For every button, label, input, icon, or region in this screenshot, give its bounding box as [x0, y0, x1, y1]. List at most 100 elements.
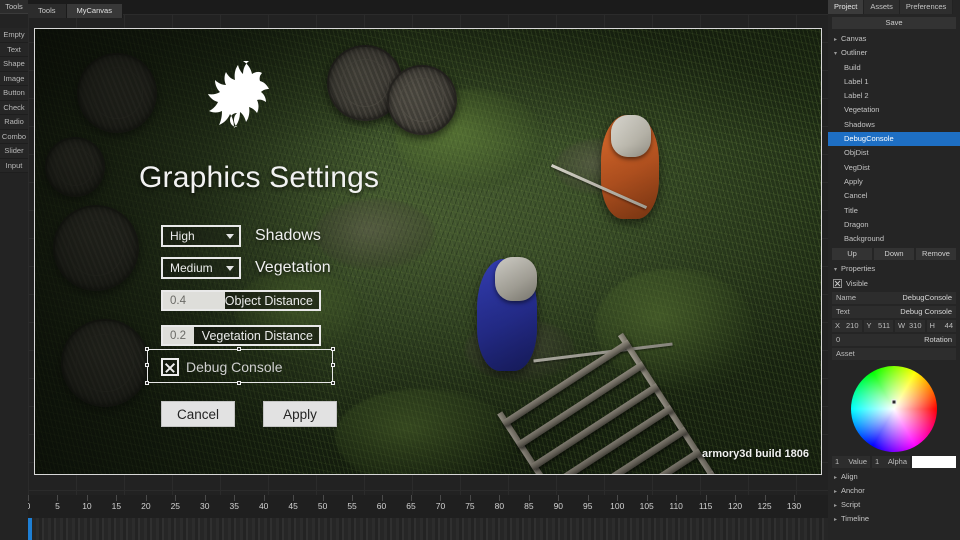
- color-wheel-cursor[interactable]: [891, 399, 897, 405]
- right-tab-preferences[interactable]: Preferences: [899, 0, 954, 14]
- down-button[interactable]: Down: [874, 248, 914, 261]
- outliner-item-vegdist[interactable]: VegDist: [828, 161, 960, 175]
- object-distance-slider[interactable]: 0.4 Object Distance: [161, 290, 321, 311]
- shadows-combo[interactable]: High: [161, 225, 241, 247]
- timeline-tick-label: 55: [347, 501, 357, 511]
- rotation-field[interactable]: 0 Rotation: [832, 333, 956, 346]
- tool-item-button[interactable]: Button: [0, 86, 28, 101]
- selection-handle[interactable]: [237, 347, 241, 351]
- selection-handle[interactable]: [145, 381, 149, 385]
- timeline-tick-label: 110: [669, 501, 683, 511]
- text-field-label: Text: [836, 307, 850, 317]
- visible-label: Visible: [846, 278, 868, 288]
- name-field[interactable]: Name DebugConsole: [832, 291, 956, 304]
- timeline-ruler[interactable]: 0 5 10 15 20 25 30 35 40 45 50 55 60 65 70 75 80 85 90 95 10…: [0, 495, 828, 518]
- outliner-item-debugconsole[interactable]: DebugConsole: [828, 132, 960, 147]
- name-field-value: DebugConsole: [902, 293, 952, 303]
- up-button[interactable]: Up: [832, 248, 872, 261]
- outliner-item-background[interactable]: Background: [828, 232, 960, 246]
- selection-handle[interactable]: [237, 381, 241, 385]
- section-canvas[interactable]: ▸ Canvas: [828, 32, 960, 46]
- tool-item-empty[interactable]: Empty: [0, 28, 28, 43]
- timeline-track[interactable]: [0, 518, 828, 540]
- transform-key: W: [898, 321, 906, 331]
- build-watermark: armory3d build 1806: [702, 448, 809, 460]
- timeline-tick-label: 95: [583, 501, 593, 511]
- section-properties[interactable]: ▾ Properties: [828, 262, 960, 276]
- tool-item-slider[interactable]: Slider: [0, 144, 28, 159]
- transform-w-field[interactable]: W 310: [895, 319, 925, 332]
- tool-item-shape[interactable]: Shape: [0, 57, 28, 72]
- left-tab-tools[interactable]: Tools: [0, 0, 28, 14]
- canvas-tab-bar: Tools MyCanvas: [28, 0, 828, 18]
- canvas-workspace[interactable]: Graphics Settings High Shadows Medium Ve…: [28, 14, 828, 495]
- transform-h-field[interactable]: H 44: [926, 319, 956, 332]
- tool-item-image[interactable]: Image: [0, 71, 28, 86]
- timeline-tick-label: 20: [141, 501, 151, 511]
- selection-handle[interactable]: [145, 347, 149, 351]
- outliner-item-label-1[interactable]: Label 1: [828, 75, 960, 89]
- selection-handle[interactable]: [331, 381, 335, 385]
- section-properties-label: Properties: [841, 264, 876, 274]
- color-swatch[interactable]: [912, 455, 956, 468]
- tool-item-text[interactable]: Text: [0, 42, 28, 57]
- outliner-item-vegetation[interactable]: Vegetation: [828, 103, 960, 117]
- selection-handle[interactable]: [145, 363, 149, 367]
- tool-item-radio[interactable]: Radio: [0, 115, 28, 130]
- timeline-tick-label: 60: [376, 501, 387, 511]
- value-alpha-row: 1 Value 1 Alpha: [832, 455, 956, 468]
- tool-item-combo[interactable]: Combo: [0, 129, 28, 144]
- outliner-item-title[interactable]: Title: [828, 204, 960, 218]
- section-anchor[interactable]: ▸ Anchor: [828, 484, 960, 498]
- dialog-title: Graphics Settings: [139, 161, 380, 194]
- transform-y-field[interactable]: Y 511: [863, 319, 893, 332]
- right-tab-assets[interactable]: Assets: [864, 0, 900, 14]
- apply-button[interactable]: Apply: [263, 401, 337, 427]
- object-distance-value: 0.4: [170, 294, 186, 307]
- section-outliner[interactable]: ▾ Outliner: [828, 46, 960, 60]
- right-properties-panel: Project Assets Preferences Save ▸ Canvas ▾ O…: [828, 0, 960, 540]
- cancel-button[interactable]: Cancel: [161, 401, 235, 427]
- debug-console-checkbox-row[interactable]: Debug Console: [161, 355, 321, 379]
- section-align[interactable]: ▸ Align: [828, 470, 960, 484]
- vegetation-distance-slider[interactable]: 0.2 Vegetation Distance: [161, 325, 321, 346]
- visible-checkbox-row[interactable]: Visible: [828, 277, 960, 290]
- canvas-viewport[interactable]: Graphics Settings High Shadows Medium Ve…: [34, 28, 822, 475]
- tool-item-input[interactable]: Input: [0, 158, 28, 173]
- row-shadows: High Shadows: [161, 225, 321, 247]
- armory3d-ui-editor: Tools Empty Text Shape Image Button Check Radi…: [0, 0, 960, 540]
- outliner-item-cancel[interactable]: Cancel: [828, 189, 960, 203]
- value-label: Value: [848, 457, 867, 467]
- selection-handle[interactable]: [331, 347, 335, 351]
- asset-field[interactable]: Asset: [832, 347, 956, 360]
- tool-item-check[interactable]: Check: [0, 100, 28, 115]
- transform-x-field[interactable]: X 210: [832, 319, 862, 332]
- outliner-item-dragon[interactable]: Dragon: [828, 218, 960, 232]
- text-field[interactable]: Text Debug Console: [832, 305, 956, 318]
- right-tab-project[interactable]: Project: [828, 0, 865, 14]
- section-canvas-label: Canvas: [841, 34, 867, 43]
- outliner-item-apply[interactable]: Apply: [828, 175, 960, 189]
- outliner-item-build[interactable]: Build: [828, 61, 960, 75]
- timeline-tick-label: 30: [200, 501, 210, 511]
- outliner-item-label-2[interactable]: Label 2: [828, 89, 960, 103]
- debug-console-checkbox[interactable]: [161, 358, 179, 376]
- timeline-panel[interactable]: 0 5 10 15 20 25 30 35 40 45 50 55 60 65 70 75 80 85 90 95 10…: [0, 495, 828, 540]
- section-script[interactable]: ▸ Script: [828, 498, 960, 512]
- alpha-field[interactable]: 1 Alpha: [872, 455, 910, 468]
- section-timeline[interactable]: ▸ Timeline: [828, 512, 960, 526]
- save-button[interactable]: Save: [832, 17, 956, 29]
- timeline-tick-label: 90: [553, 501, 564, 511]
- color-wheel[interactable]: [851, 365, 937, 452]
- outliner-item-objdist[interactable]: ObjDist: [828, 146, 960, 160]
- remove-button[interactable]: Remove: [916, 248, 956, 261]
- alpha-label: Alpha: [887, 457, 907, 467]
- visible-checkbox[interactable]: [833, 278, 842, 288]
- timeline-tick-label: 35: [229, 501, 239, 511]
- selection-handle[interactable]: [331, 363, 335, 367]
- outliner-item-shadows[interactable]: Shadows: [828, 118, 960, 132]
- canvas-tab-mycanvas[interactable]: MyCanvas: [66, 4, 123, 18]
- canvas-tab-tools[interactable]: Tools: [28, 4, 67, 18]
- vegetation-combo[interactable]: Medium: [161, 257, 241, 279]
- value-field[interactable]: 1 Value: [832, 455, 870, 468]
